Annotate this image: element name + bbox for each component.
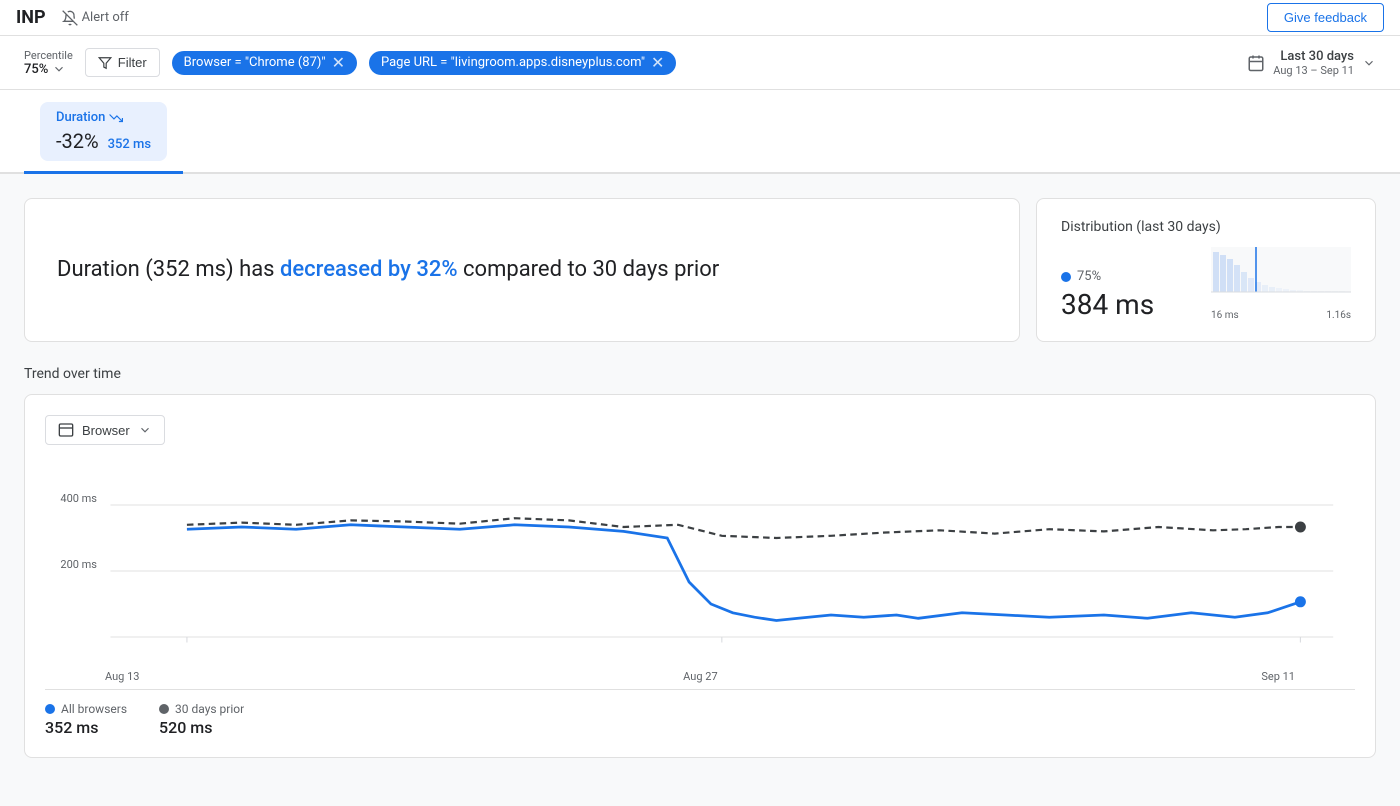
calendar-icon xyxy=(1247,54,1265,72)
chevron-down-icon xyxy=(52,62,66,76)
metric-tab-title: Duration xyxy=(56,110,151,125)
filter-bar: Percentile 75% Filter Browser = "Chrome … xyxy=(0,36,1400,90)
y-label-200: 200 ms xyxy=(60,558,97,571)
dist-histogram xyxy=(1211,247,1351,302)
percentile-select[interactable]: Percentile 75% xyxy=(24,49,73,77)
legend-dot-prior xyxy=(159,704,169,714)
alert-off-label: Alert off xyxy=(82,10,129,25)
chevron-down-icon-browser xyxy=(138,423,152,437)
browser-select-button[interactable]: Browser xyxy=(45,415,165,445)
top-bar-left: INP Alert off xyxy=(16,7,129,28)
dist-dot xyxy=(1061,272,1071,282)
distribution-title: Distribution (last 30 days) xyxy=(1061,219,1351,235)
summary-row: Duration (352 ms) has decreased by 32% c… xyxy=(24,198,1376,342)
browser-chip-close[interactable]: ✕ xyxy=(332,55,345,71)
main-content: Duration (352 ms) has decreased by 32% c… xyxy=(0,174,1400,806)
trend-chart-svg xyxy=(45,461,1355,681)
dist-percentile: 75% xyxy=(1061,269,1195,284)
trend-section: Browser xyxy=(24,394,1376,758)
url-chip-close[interactable]: ✕ xyxy=(651,55,664,71)
percentile-label: Percentile xyxy=(24,49,73,62)
y-axis-labels: 400 ms 200 ms xyxy=(45,461,105,681)
x-label-aug27: Aug 27 xyxy=(683,670,717,683)
filter-icon xyxy=(98,56,112,70)
distribution-left: 75% 384 ms xyxy=(1061,269,1195,321)
give-feedback-button[interactable]: Give feedback xyxy=(1267,3,1384,32)
legend-all-browsers: All browsers 352 ms xyxy=(45,702,127,737)
bell-off-icon xyxy=(62,10,78,26)
summary-text: Duration (352 ms) has decreased by 32% c… xyxy=(57,255,719,286)
legend-prior: 30 days prior 520 ms xyxy=(159,702,244,737)
summary-card: Duration (352 ms) has decreased by 32% c… xyxy=(24,198,1020,342)
dist-chart: 16 ms 1.16s xyxy=(1211,247,1351,321)
distribution-body: 75% 384 ms xyxy=(1061,247,1351,321)
dist-value: 384 ms xyxy=(1061,288,1195,321)
inp-badge: INP xyxy=(16,7,46,28)
x-label-aug13: Aug 13 xyxy=(105,670,139,683)
top-bar: INP Alert off Give feedback xyxy=(0,0,1400,36)
metric-tab-value: -32% 352 ms xyxy=(56,129,151,153)
trend-section-outer: Trend over time Browser xyxy=(24,366,1376,758)
duration-tab[interactable]: Duration -32% 352 ms xyxy=(24,90,183,174)
trend-chart-container: 400 ms 200 ms Aug 13 Aug 27 Sep 11 xyxy=(45,461,1355,681)
url-chip[interactable]: Page URL = "livingroom.apps.disneyplus.c… xyxy=(369,51,676,75)
top-bar-right: Give feedback xyxy=(1267,3,1384,32)
chevron-down-icon-date xyxy=(1362,56,1376,70)
percentile-value[interactable]: 75% xyxy=(24,62,73,77)
metric-tabs: Duration -32% 352 ms xyxy=(0,90,1400,174)
browser-icon xyxy=(58,422,74,438)
date-range-text: Last 30 days Aug 13 – Sep 11 xyxy=(1273,49,1354,77)
legend-dot-all-browsers xyxy=(45,704,55,714)
duration-tab-inner: Duration -32% 352 ms xyxy=(40,102,167,161)
browser-chip[interactable]: Browser = "Chrome (87)" ✕ xyxy=(172,51,357,75)
trend-label: Trend over time xyxy=(24,366,1376,382)
x-axis-labels: Aug 13 Aug 27 Sep 11 xyxy=(45,670,1355,683)
alert-off-container: Alert off xyxy=(62,10,129,26)
distribution-card: Distribution (last 30 days) 75% 384 ms xyxy=(1036,198,1376,342)
date-range-picker[interactable]: Last 30 days Aug 13 – Sep 11 xyxy=(1247,49,1376,77)
y-label-400: 400 ms xyxy=(60,492,97,505)
x-label-sep11: Sep 11 xyxy=(1261,670,1295,683)
dist-chart-labels: 16 ms 1.16s xyxy=(1211,310,1351,321)
filter-button[interactable]: Filter xyxy=(85,48,160,77)
trend-down-icon xyxy=(109,111,123,125)
chart-legend: All browsers 352 ms 30 days prior 520 ms xyxy=(45,689,1355,737)
